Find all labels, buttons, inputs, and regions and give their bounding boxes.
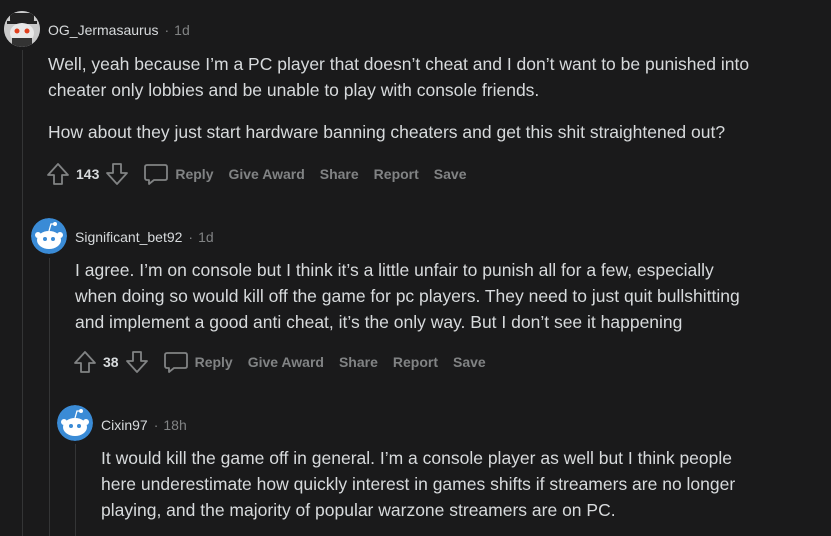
vote-score: 143 xyxy=(76,166,100,182)
reply-button[interactable]: Reply xyxy=(143,161,213,187)
avatar[interactable] xyxy=(4,11,40,47)
report-button[interactable]: Report xyxy=(393,354,438,370)
user-avatar-icon xyxy=(4,11,40,47)
share-button[interactable]: Share xyxy=(320,166,359,182)
comment-paragraph: I agree. I’m on console but I think it’s… xyxy=(75,260,740,332)
reply-label: Reply xyxy=(194,354,233,370)
give-award-button[interactable]: Give Award xyxy=(228,166,304,182)
reply-button[interactable]: Reply xyxy=(163,349,233,375)
username[interactable]: Significant_bet92 xyxy=(75,229,182,245)
username[interactable]: Cixin97 xyxy=(101,417,148,433)
snoo-avatar-icon xyxy=(31,218,67,254)
timestamp[interactable]: 1d xyxy=(198,229,214,245)
avatar[interactable] xyxy=(57,405,93,441)
thread-line-2[interactable] xyxy=(49,258,50,536)
thread-line-3[interactable] xyxy=(75,444,76,536)
avatar[interactable] xyxy=(31,218,67,254)
separator-dot: · xyxy=(188,229,194,245)
comment-header: Significant_bet92 · 1d xyxy=(75,229,214,245)
separator-dot: · xyxy=(153,417,159,433)
timestamp[interactable]: 1d xyxy=(174,22,190,38)
snoo-avatar-icon xyxy=(57,405,93,441)
save-button[interactable]: Save xyxy=(453,354,486,370)
separator-dot: · xyxy=(164,22,170,38)
vote-score: 38 xyxy=(103,354,119,370)
username[interactable]: OG_Jermasaurus xyxy=(48,22,158,38)
report-button[interactable]: Report xyxy=(374,166,419,182)
comment-header: OG_Jermasaurus · 1d xyxy=(48,22,190,38)
speech-bubble-icon xyxy=(163,352,188,373)
give-award-button[interactable]: Give Award xyxy=(248,354,324,370)
comment-paragraph: Well, yeah because I’m a PC player that … xyxy=(48,54,750,100)
speech-bubble-icon xyxy=(144,164,169,185)
comment-body: Well, yeah because I’m a PC player that … xyxy=(48,51,749,145)
timestamp[interactable]: 18h xyxy=(163,417,186,433)
upvote-arrow-icon[interactable] xyxy=(73,350,97,374)
comment-paragraph: It would kill the game off in general. I… xyxy=(101,448,736,520)
upvote-arrow-icon[interactable] xyxy=(46,162,70,186)
comment-actions: 38 Reply Give Award Share Report Save xyxy=(73,348,486,376)
comment-paragraph: How about they just start hardware banni… xyxy=(48,122,726,142)
comment-body: I agree. I’m on console but I think it’s… xyxy=(75,257,740,335)
comment-header: Cixin97 · 18h xyxy=(101,417,187,433)
comment-body: It would kill the game off in general. I… xyxy=(101,445,735,523)
share-button[interactable]: Share xyxy=(339,354,378,370)
downvote-arrow-icon[interactable] xyxy=(125,350,149,374)
reply-label: Reply xyxy=(175,166,214,182)
downvote-arrow-icon[interactable] xyxy=(105,162,129,186)
save-button[interactable]: Save xyxy=(434,166,467,182)
comment-actions: 143 Reply Give Award Share Report Save xyxy=(46,160,467,188)
thread-line-1[interactable] xyxy=(22,50,23,536)
